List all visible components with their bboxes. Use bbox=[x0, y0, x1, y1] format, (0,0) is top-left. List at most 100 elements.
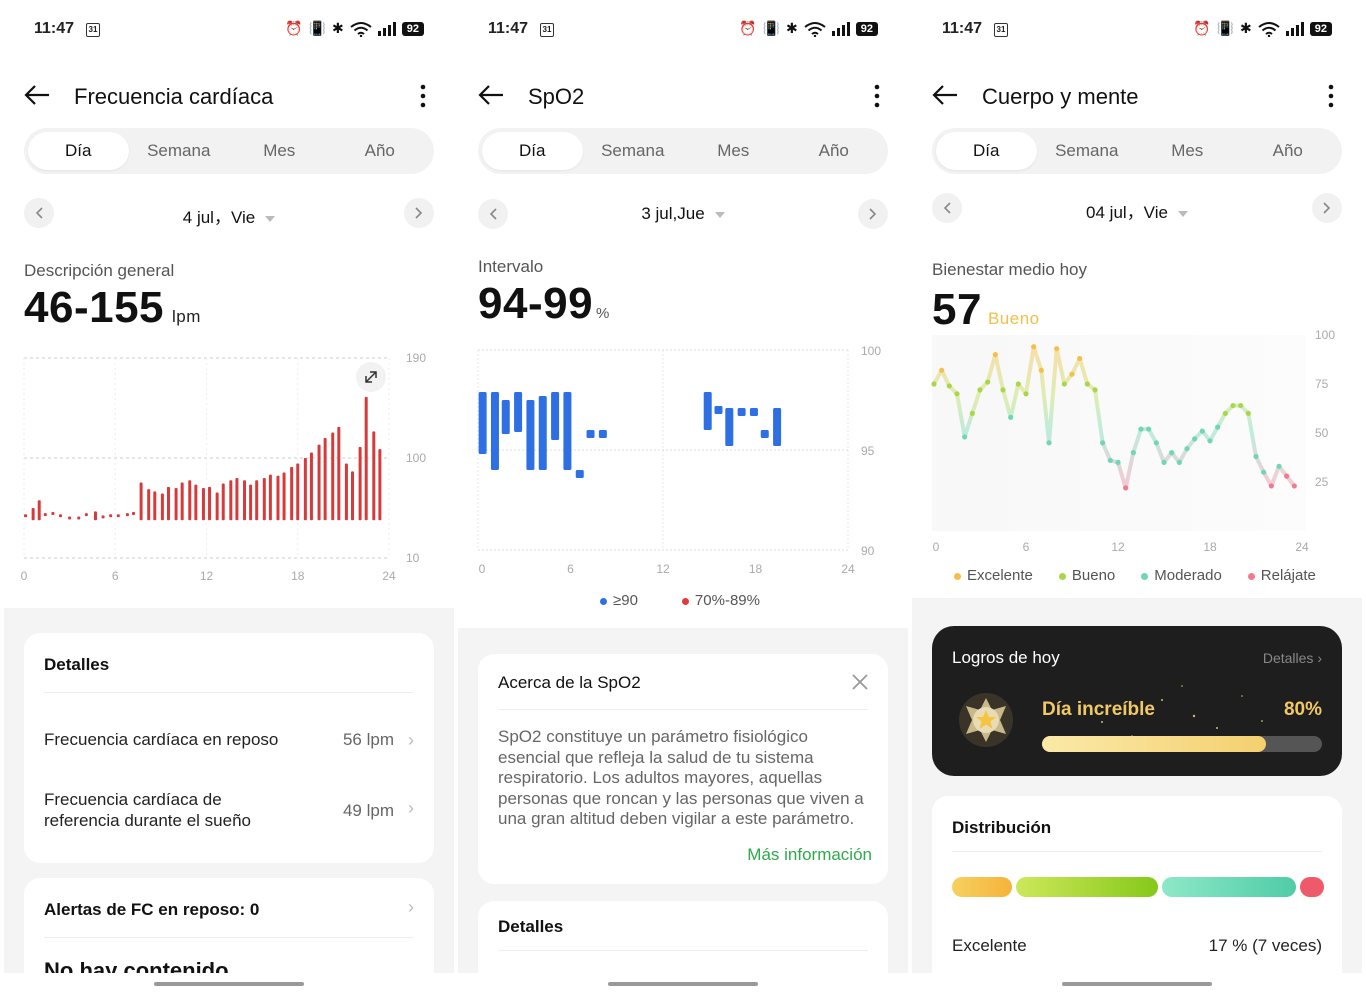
tab-week[interactable]: Semana bbox=[129, 132, 230, 170]
alerts-title: Alertas de FC en reposo: 0 bbox=[44, 900, 260, 919]
wellbeing-point bbox=[1284, 473, 1290, 479]
wellbeing-point bbox=[1015, 381, 1021, 387]
wellbeing-point bbox=[1169, 450, 1175, 456]
status-time: 11:47 bbox=[942, 20, 983, 37]
y-tick-label: 190 bbox=[406, 351, 426, 365]
wellbeing-point bbox=[985, 379, 991, 385]
hr-bar bbox=[337, 426, 341, 521]
date-label: 3 jul,Jue bbox=[641, 204, 705, 223]
hr-bar bbox=[323, 438, 327, 521]
wellbeing-point bbox=[1123, 485, 1129, 491]
tab-year[interactable]: Año bbox=[784, 132, 885, 170]
tab-month[interactable]: Mes bbox=[1137, 132, 1238, 170]
y-tick-label: 100 bbox=[861, 344, 881, 358]
hr-bar bbox=[160, 493, 164, 521]
tab-day[interactable]: Día bbox=[482, 132, 583, 170]
vibrate-icon: 📳 bbox=[1216, 20, 1235, 36]
wifi-icon bbox=[804, 21, 826, 37]
next-day-button[interactable] bbox=[1312, 193, 1342, 223]
hr-bar bbox=[31, 508, 35, 521]
wellbeing-point bbox=[1008, 414, 1014, 420]
hr-bar bbox=[68, 516, 72, 520]
tab-year[interactable]: Año bbox=[1238, 132, 1339, 170]
segment-moderate bbox=[1162, 877, 1296, 897]
x-tick-label: 0 bbox=[479, 562, 486, 576]
about-title: Acerca de la SpO2 bbox=[498, 673, 641, 692]
hr-bar bbox=[290, 466, 294, 521]
back-arrow-icon[interactable] bbox=[932, 84, 958, 106]
wellbeing-point bbox=[1092, 387, 1098, 393]
y-tick-label: 75 bbox=[1315, 377, 1329, 391]
tab-month[interactable]: Mes bbox=[683, 132, 784, 170]
more-options-icon[interactable] bbox=[420, 84, 426, 108]
more-options-icon[interactable] bbox=[874, 84, 880, 108]
sleep-hr-row[interactable]: Frecuencia cardíaca de referencia durant… bbox=[44, 789, 414, 831]
calendar-icon: 31 bbox=[540, 23, 554, 37]
next-day-button[interactable] bbox=[404, 198, 434, 228]
sleep-hr-value: 49 lpm bbox=[342, 801, 394, 820]
tab-week[interactable]: Semana bbox=[583, 132, 684, 170]
status-bar: 11:47 31 ⏰ 📳 ✱ 92 bbox=[942, 20, 1332, 42]
hr-bar bbox=[139, 482, 143, 521]
close-icon[interactable] bbox=[852, 674, 868, 690]
hr-bar bbox=[43, 513, 47, 517]
about-text: SpO2 constituye un parámetro fisiológico… bbox=[498, 727, 864, 828]
hr-bar bbox=[116, 514, 120, 518]
hr-bar bbox=[147, 489, 151, 521]
spo2-bar bbox=[551, 392, 560, 440]
wellbeing-point bbox=[1069, 371, 1075, 377]
period-tabs: Día Semana Mes Año bbox=[478, 128, 888, 174]
more-options-icon[interactable] bbox=[1328, 84, 1334, 108]
achievements-details-link[interactable]: Detalles › bbox=[1263, 650, 1322, 666]
next-day-button[interactable] bbox=[858, 199, 888, 229]
interval-label: Intervalo bbox=[478, 257, 544, 276]
back-arrow-icon[interactable] bbox=[478, 84, 504, 106]
spo2-bar bbox=[760, 430, 769, 438]
wellbeing-point bbox=[969, 410, 975, 416]
hr-bar bbox=[37, 500, 41, 521]
wellbeing-point bbox=[1031, 344, 1037, 350]
date-selector[interactable]: 4 jul，Vie bbox=[24, 203, 434, 228]
wellbeing-point bbox=[962, 434, 968, 440]
resting-hr-row[interactable]: Frecuencia cardíaca en reposo 56 lpm › bbox=[44, 730, 414, 750]
back-arrow-icon[interactable] bbox=[24, 84, 50, 106]
home-indicator[interactable] bbox=[608, 982, 758, 986]
tab-week[interactable]: Semana bbox=[1037, 132, 1138, 170]
y-tick-label: 100 bbox=[406, 451, 426, 465]
home-indicator[interactable] bbox=[1062, 982, 1212, 986]
legend-label: Moderado bbox=[1154, 567, 1222, 584]
spo2-bar bbox=[714, 406, 723, 414]
bluetooth-icon: ✱ bbox=[1240, 20, 1252, 36]
date-selector[interactable]: 3 jul,Jue bbox=[478, 204, 888, 224]
distribution-bar bbox=[952, 877, 1324, 897]
tab-year[interactable]: Año bbox=[330, 132, 431, 170]
hr-range-value: 46-155 lpm bbox=[24, 283, 201, 333]
chevron-right-icon bbox=[1323, 202, 1331, 214]
x-tick-label: 24 bbox=[1295, 540, 1309, 554]
tab-day[interactable]: Día bbox=[936, 132, 1037, 170]
wellbeing-point bbox=[1207, 438, 1213, 444]
spo2-range: 94-99 bbox=[478, 279, 594, 328]
divider bbox=[952, 851, 1322, 852]
wifi-icon bbox=[350, 21, 372, 37]
legend-item-relax: Relájate bbox=[1247, 567, 1316, 584]
tab-day[interactable]: Día bbox=[28, 132, 129, 170]
wellbeing-point bbox=[1046, 440, 1052, 446]
date-selector[interactable]: 04 jul，Vie bbox=[932, 198, 1342, 223]
divider bbox=[44, 692, 414, 693]
hr-bar bbox=[243, 480, 247, 521]
spo2-bar bbox=[514, 392, 523, 432]
home-indicator[interactable] bbox=[154, 982, 304, 986]
alarm-icon: ⏰ bbox=[285, 20, 303, 36]
status-icons: ⏰ 📳 ✱ 92 bbox=[739, 20, 878, 37]
wellbeing-point bbox=[939, 367, 945, 373]
hr-bar bbox=[153, 491, 157, 521]
achievements-card[interactable]: Logros de hoy Detalles › Día increíble 8… bbox=[932, 626, 1342, 776]
x-tick-label: 18 bbox=[291, 569, 305, 583]
x-tick-label: 0 bbox=[933, 540, 940, 554]
tab-month[interactable]: Mes bbox=[229, 132, 330, 170]
hr-bar bbox=[344, 463, 348, 521]
expand-chart-button[interactable] bbox=[356, 362, 386, 392]
more-info-link[interactable]: Más información bbox=[747, 845, 872, 865]
hr-range: 46-155 bbox=[24, 283, 165, 332]
